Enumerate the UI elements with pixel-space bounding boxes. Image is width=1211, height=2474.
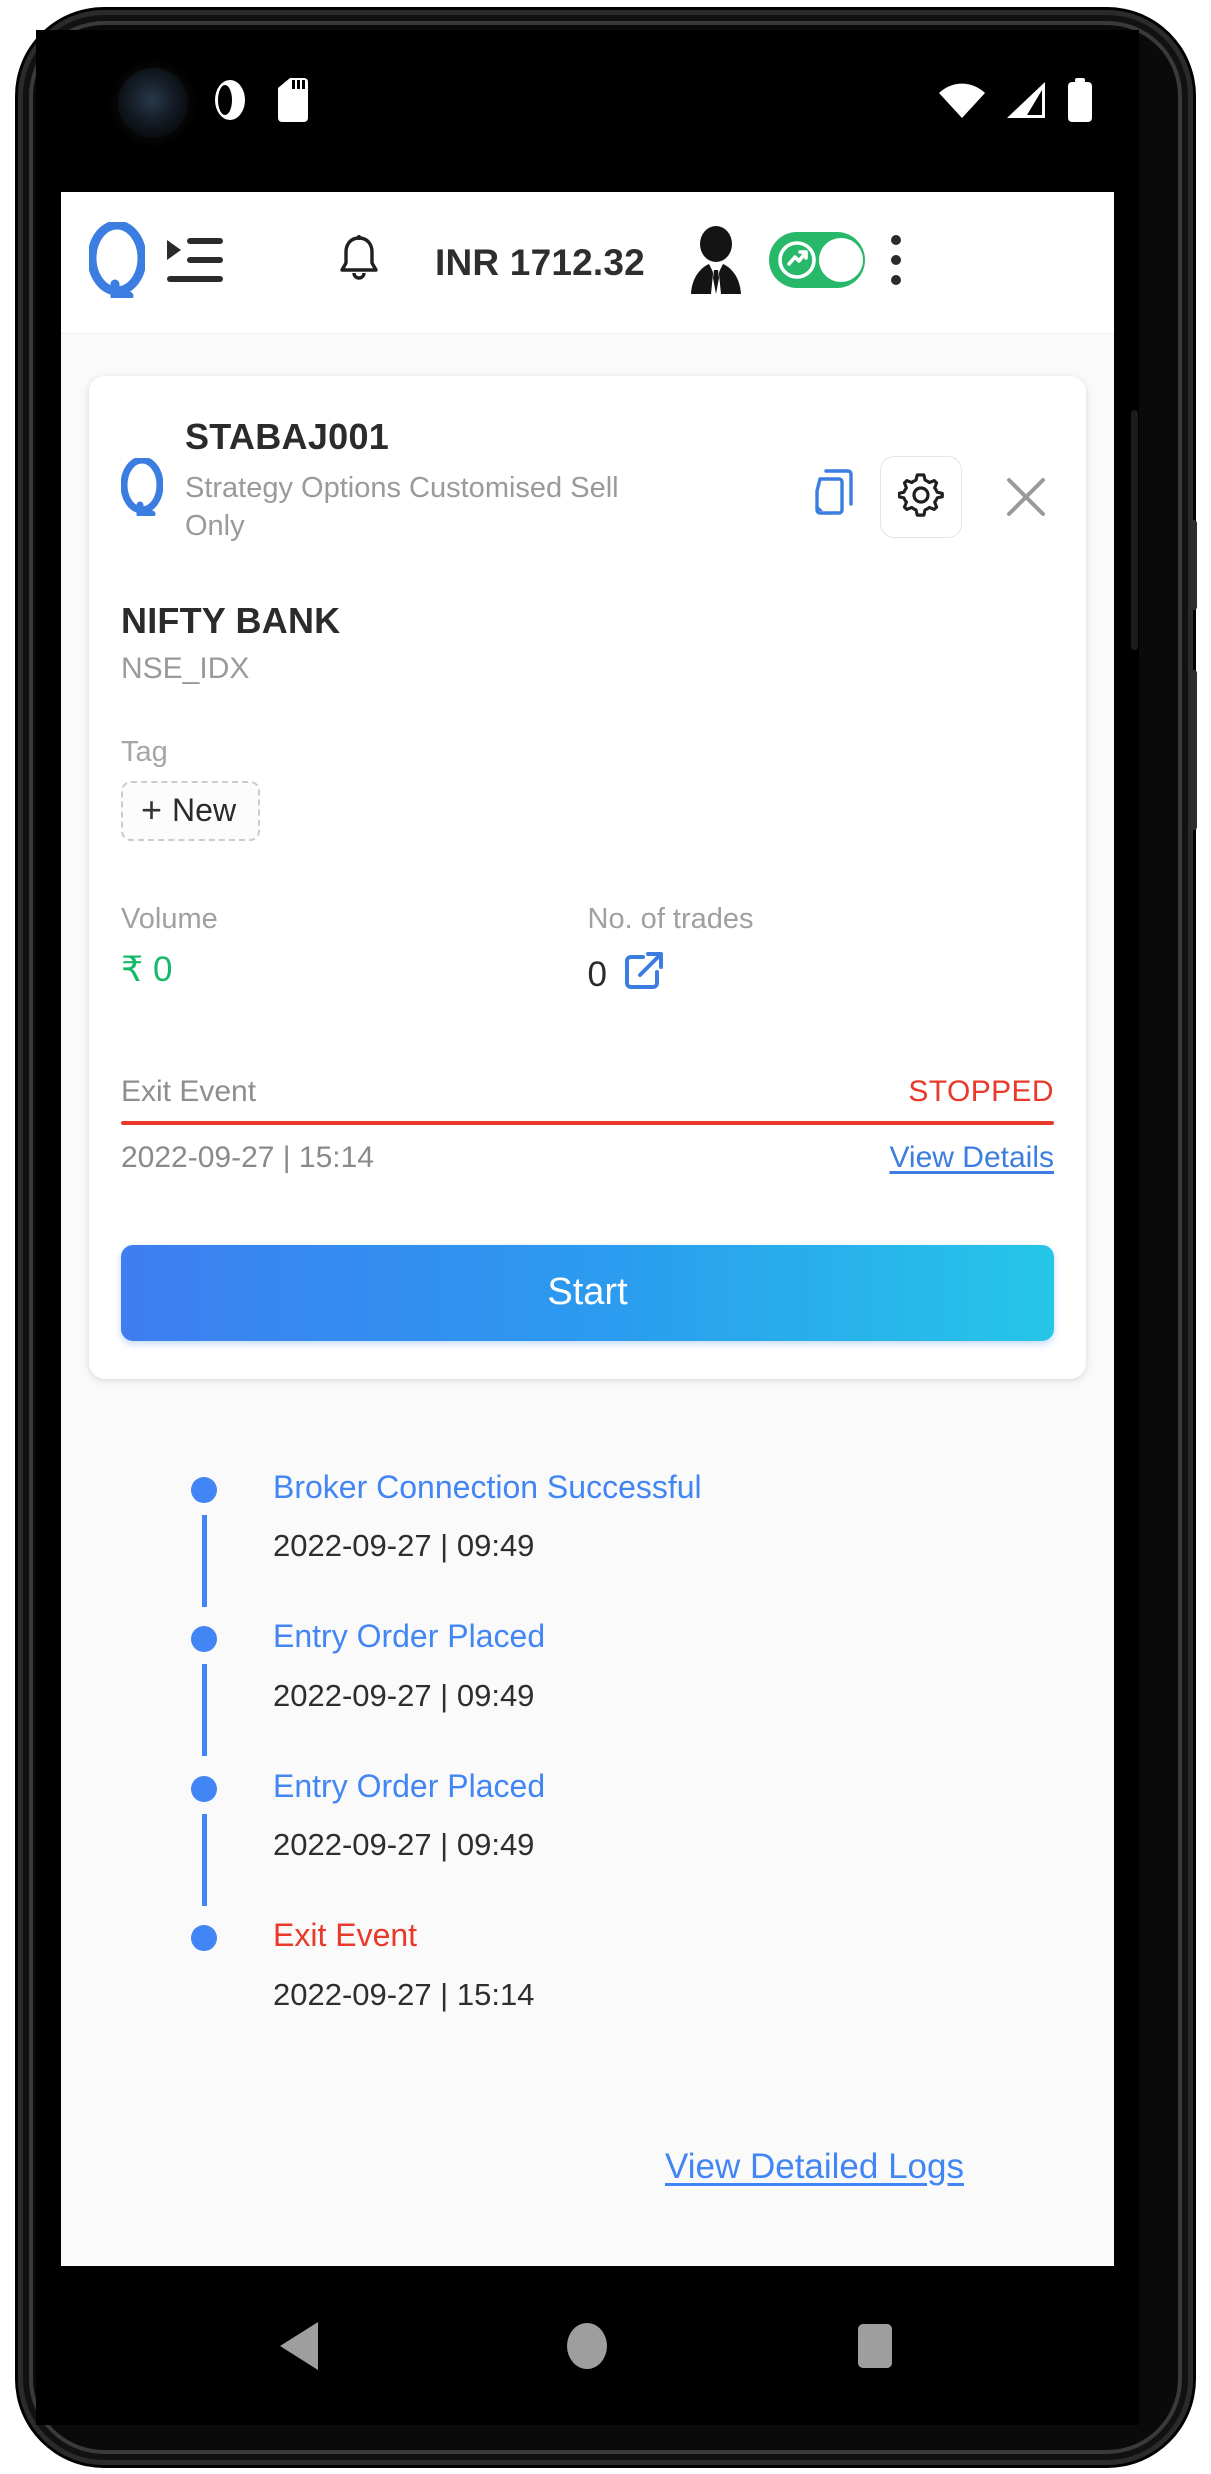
account-balance: INR 1712.32 [435, 241, 645, 283]
exit-event-meta-row: 2022-09-27 | 15:14 View Details [121, 1141, 1054, 1175]
strategy-title: STABAJ001 [185, 416, 390, 457]
timeline-body: Exit Event 2022-09-27 | 15:14 [191, 1915, 1074, 2013]
add-tag-label: New [172, 791, 237, 828]
live-trading-toggle[interactable] [768, 232, 865, 293]
cellular-signal-icon [1005, 80, 1047, 120]
copy-duplicate-icon[interactable] [812, 468, 856, 526]
timeline-dot-icon [191, 1476, 217, 1503]
timeline-time: 2022-09-27 | 09:49 [273, 1677, 535, 1713]
businessman-avatar-icon[interactable] [685, 226, 747, 299]
instrument-exchange: NSE_IDX [121, 651, 250, 685]
timeline-time: 2022-09-27 | 09:49 [273, 1528, 535, 1564]
plus-icon: + [141, 789, 163, 831]
notification-bell-icon[interactable] [337, 235, 381, 290]
settings-gear-icon [897, 472, 944, 523]
timeline-title: Exit Event [273, 1917, 418, 1954]
timeline-dot-icon [191, 1626, 217, 1653]
list-item[interactable]: Broker Connection Successful 2022-09-27 … [191, 1467, 1074, 1617]
camera-punch-hole [118, 68, 188, 138]
timeline-connector [202, 1664, 207, 1757]
card-header: STABAJ001 Strategy Options Customised Se… [120, 410, 1054, 546]
crescent-icon [72, 79, 102, 121]
stats-row: Volume ₹ 0 No. of trades 0 [121, 903, 1054, 1001]
timeline-connector [202, 1514, 207, 1607]
status-divider [121, 1120, 1054, 1125]
timeline-connector [202, 1813, 207, 1906]
status-bar-right-icons [939, 78, 1093, 122]
timeline-title: Entry Order Placed [273, 1618, 546, 1655]
exit-event-block: Exit Event STOPPED 2022-09-27 | 15:14 Vi… [121, 1075, 1054, 1175]
exit-timestamp: 2022-09-27 | 15:14 [121, 1140, 374, 1174]
ring-icon [208, 78, 252, 122]
volume-button[interactable] [1190, 670, 1197, 830]
timeline-body: Entry Order Placed 2022-09-27 | 09:49 [191, 1766, 1074, 1864]
tag-label: Tag [121, 735, 168, 768]
timeline-dot-icon [191, 1775, 217, 1802]
timeline-time: 2022-09-27 | 09:49 [273, 1827, 535, 1863]
view-detailed-logs-link[interactable]: View Detailed Logs [665, 2147, 964, 2186]
timeline-title: Entry Order Placed [273, 1767, 546, 1804]
event-timeline: Broker Connection Successful 2022-09-27 … [61, 1466, 1114, 2187]
android-nav-bar [36, 2266, 1139, 2425]
battery-icon [1067, 78, 1093, 122]
wifi-icon [939, 80, 985, 120]
card-header-actions [812, 410, 1054, 538]
page-body: STABAJ001 Strategy Options Customised Se… [61, 334, 1114, 2265]
home-circle-icon[interactable] [527, 2286, 647, 2406]
exit-event-row: Exit Event STOPPED [121, 1075, 1054, 1109]
strategy-subtitle: Strategy Options Customised Sell Only [185, 472, 619, 543]
list-item[interactable]: Entry Order Placed 2022-09-27 | 09:49 [191, 1616, 1074, 1766]
no-of-trades-value: 0 [587, 955, 607, 995]
status-bar-left-icons [72, 78, 308, 122]
timeline-body: Entry Order Placed 2022-09-27 | 09:49 [191, 1616, 1074, 1714]
quantman-q-logo [120, 456, 164, 521]
add-tag-button[interactable]: + New [121, 780, 261, 841]
external-link-icon[interactable] [623, 950, 665, 1001]
no-of-trades-label: No. of trades [587, 902, 754, 935]
timeline-title: Broker Connection Successful [273, 1468, 702, 1505]
timeline-body: Broker Connection Successful 2022-09-27 … [191, 1467, 1074, 1565]
app-header: INR 1712.32 [61, 192, 1114, 334]
scrollbar[interactable] [1131, 410, 1138, 650]
back-triangle-icon[interactable] [240, 2286, 360, 2406]
status-badge: STOPPED [908, 1074, 1054, 1108]
list-indent-icon[interactable] [167, 236, 223, 289]
volume-label: Volume [121, 902, 218, 935]
view-logs-row: View Detailed Logs [191, 2147, 1074, 2187]
sd-card-icon [274, 78, 308, 122]
list-item[interactable]: Entry Order Placed 2022-09-27 | 09:49 [191, 1766, 1074, 1916]
more-vertical-icon[interactable] [889, 232, 903, 293]
screen-clip: INR 1712.32 STABAJ001 Strategy Options C… [36, 30, 1139, 2425]
recents-square-icon[interactable] [815, 2286, 935, 2406]
start-button[interactable]: Start [121, 1244, 1054, 1341]
close-x-icon[interactable] [998, 469, 1054, 525]
strategy-card: STABAJ001 Strategy Options Customised Se… [89, 376, 1086, 1379]
quantman-q-logo[interactable] [87, 220, 147, 303]
timeline-time: 2022-09-27 | 15:14 [273, 1976, 535, 2012]
app-surface: INR 1712.32 STABAJ001 Strategy Options C… [61, 192, 1114, 2266]
exit-event-label: Exit Event [121, 1074, 257, 1108]
volume-value: ₹ 0 [121, 949, 173, 989]
no-of-trades-value-row: 0 [588, 950, 1055, 1001]
view-details-link[interactable]: View Details [889, 1141, 1054, 1175]
list-item[interactable]: Exit Event 2022-09-27 | 15:14 [191, 1915, 1074, 2065]
volume-value-row: ₹ 0 [121, 950, 588, 990]
settings-gear-button[interactable] [880, 456, 962, 538]
stat-volume: Volume ₹ 0 [121, 903, 588, 1001]
stat-no-of-trades: No. of trades 0 [588, 903, 1055, 1001]
status-bar [36, 30, 1139, 192]
instrument-name: NIFTY BANK [121, 599, 341, 641]
power-button[interactable] [1190, 520, 1197, 610]
card-header-text: STABAJ001 Strategy Options Customised Se… [185, 410, 812, 546]
